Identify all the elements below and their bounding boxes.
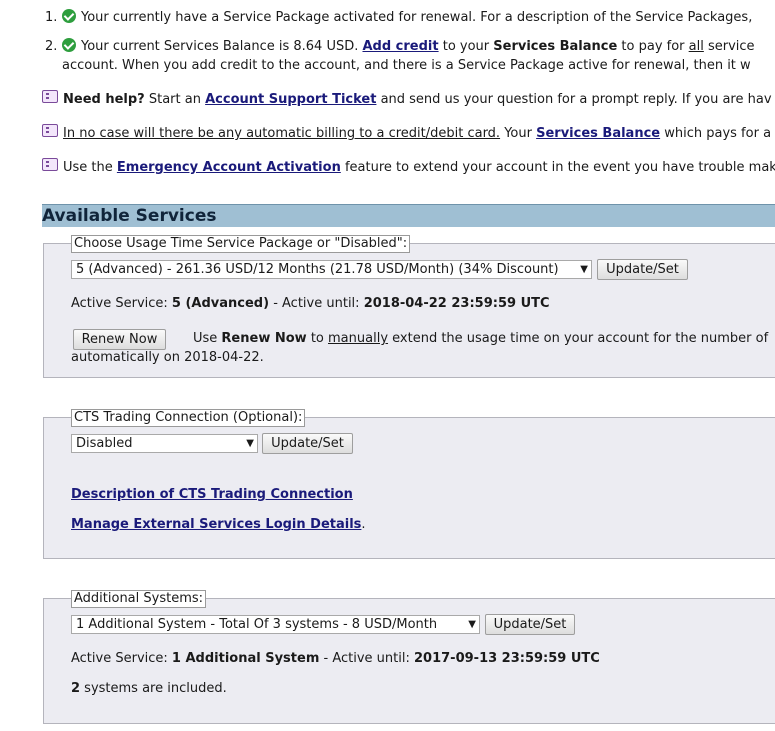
usage-time-panel: Choose Usage Time Service Package or "Di… (43, 235, 775, 378)
cts-update-button[interactable]: Update/Set (262, 433, 353, 454)
active-service-line: Active Service: 1 Additional System - Ac… (71, 650, 600, 668)
selected-option: 1 Additional System - Total Of 3 systems… (76, 617, 438, 632)
status-item-service-package: 1. Your currently have a Service Package… (45, 8, 775, 27)
list-number: 1. (45, 10, 58, 25)
dropdown-arrow-icon: ▼ (246, 438, 254, 449)
balance-text: to pay for (617, 39, 689, 54)
chat-bubble-icon (42, 158, 58, 171)
additional-systems-select[interactable]: 1 Additional System - Total Of 3 systems… (71, 615, 480, 634)
services-balance-link[interactable]: Services Balance (536, 126, 660, 141)
note-text: and send us your question for a prompt r… (376, 92, 772, 107)
usage-package-select[interactable]: 5 (Advanced) - 261.36 USD/12 Months (21.… (71, 260, 592, 279)
chat-bubble-icon (42, 124, 58, 137)
period-text: . (361, 517, 366, 532)
panel-legend: Additional Systems: (71, 590, 207, 608)
systems-included-line: 2 systems are included. (71, 680, 227, 698)
renew-description-continued: automatically on 2018-04-22. (71, 350, 264, 365)
active-service-value: 5 (Advanced) (171, 296, 270, 311)
add-credit-link[interactable]: Add credit (362, 39, 438, 54)
renew-text: to (306, 331, 329, 346)
systems-count: 2 (71, 681, 81, 696)
balance-text: Your current Services Balance is 8.64 US… (81, 39, 363, 54)
renew-now-button[interactable]: Renew Now (73, 329, 166, 350)
selected-option: 5 (Advanced) - 261.36 USD/12 Months (21.… (76, 262, 559, 277)
panel-legend: Choose Usage Time Service Package or "Di… (71, 235, 411, 253)
active-service-line: Active Service: 5 (Advanced) - Active un… (71, 295, 550, 313)
cts-trading-select[interactable]: Disabled ▼ (71, 434, 258, 453)
balance-text: service (703, 39, 755, 54)
renew-now-label: Renew Now (221, 331, 307, 346)
no-automatic-billing-text: In no case will there be any automatic b… (63, 126, 501, 141)
cts-description-link[interactable]: Description of CTS Trading Connection (71, 486, 353, 504)
help-note: Need help? Start an Account Support Tick… (42, 90, 772, 109)
additional-update-button[interactable]: Update/Set (485, 614, 575, 635)
check-circle-icon (62, 38, 76, 52)
account-status-list: 1. Your currently have a Service Package… (45, 8, 775, 85)
emergency-account-activation-link[interactable]: Emergency Account Activation (117, 160, 341, 175)
note-text: which pays for a (660, 126, 772, 141)
cts-trading-panel: CTS Trading Connection (Optional): Disab… (43, 409, 775, 559)
note-text: Your (500, 126, 537, 141)
panel-legend: CTS Trading Connection (Optional): (71, 409, 306, 427)
active-until-label: - Active until: (319, 651, 414, 666)
active-until-label: - Active until: (269, 296, 364, 311)
active-until-value: 2017-09-13 23:59:59 UTC (414, 651, 600, 666)
manage-external-services-link[interactable]: Manage External Services Login Details (71, 517, 361, 532)
status-text: Your currently have a Service Package ac… (81, 10, 753, 25)
chat-bubble-icon (42, 90, 58, 103)
active-label: Active Service: (71, 296, 172, 311)
manage-login-line: Manage External Services Login Details. (71, 516, 366, 534)
balance-text: to your (438, 39, 494, 54)
available-services-header: Available Services (42, 204, 775, 227)
dropdown-arrow-icon: ▼ (468, 619, 476, 630)
renew-text: Use (193, 331, 222, 346)
emergency-note: Use the Emergency Account Activation fea… (42, 158, 775, 177)
additional-systems-panel: Additional Systems: 1 Additional System … (43, 590, 775, 724)
renew-text: extend the usage time on your account fo… (388, 331, 769, 346)
usage-update-button[interactable]: Update/Set (597, 259, 688, 280)
selected-option: Disabled (76, 436, 133, 451)
section-title: Available Services (42, 206, 217, 226)
all-underlined-text: all (688, 39, 704, 54)
status-text: Your current Services Balance is 8.64 US… (81, 39, 755, 54)
list-number: 2. (45, 39, 58, 54)
active-label: Active Service: (71, 651, 172, 666)
note-text: Use the (63, 160, 117, 175)
note-text: feature to extend your account in the ev… (340, 160, 775, 175)
renew-description: Use Renew Now to manually extend the usa… (193, 330, 768, 348)
dropdown-arrow-icon: ▼ (580, 264, 588, 275)
billing-note: In no case will there be any automatic b… (42, 124, 772, 143)
need-help-label: Need help? (63, 92, 145, 107)
account-support-ticket-link[interactable]: Account Support Ticket (205, 92, 376, 107)
status-item-balance: 2. Your current Services Balance is 8.64… (45, 37, 775, 75)
note-text: Start an (144, 92, 206, 107)
check-circle-icon (62, 9, 76, 23)
manually-underlined-text: manually (328, 331, 389, 346)
active-service-value: 1 Additional System (171, 651, 320, 666)
services-balance-label: Services Balance (493, 39, 618, 54)
status-text-continued: account. When you add credit to the acco… (62, 58, 751, 73)
systems-text: systems are included. (80, 681, 227, 696)
active-until-value: 2018-04-22 23:59:59 UTC (363, 296, 550, 311)
